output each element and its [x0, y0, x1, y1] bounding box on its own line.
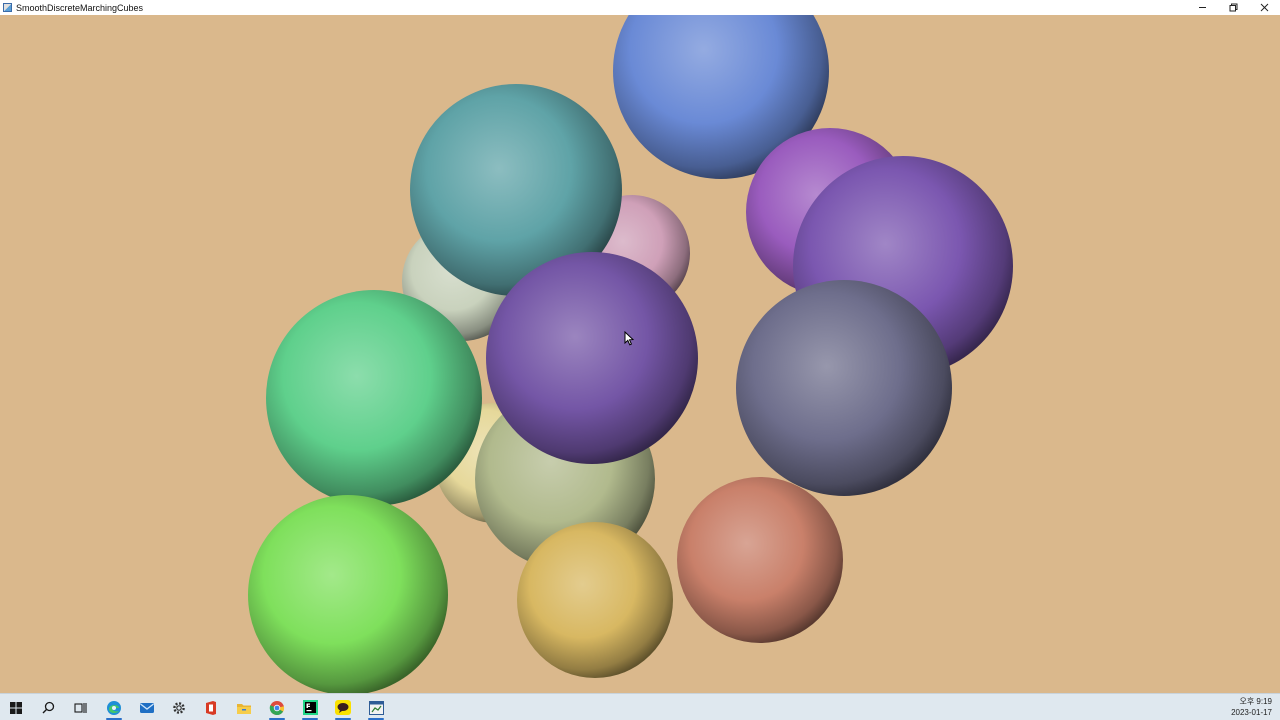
office-icon — [206, 700, 216, 715]
edge-browser-icon — [107, 700, 121, 715]
taskbar-mail[interactable] — [136, 697, 158, 718]
restore-button[interactable] — [1218, 0, 1249, 15]
search-button[interactable] — [37, 697, 59, 718]
taskbar-settings[interactable] — [168, 697, 190, 718]
restore-icon — [1229, 3, 1238, 12]
task-view-button[interactable] — [69, 697, 91, 718]
system-clock[interactable]: 오후 9:19 2023-01-17 — [1231, 696, 1272, 718]
render-viewport[interactable] — [0, 15, 1280, 693]
close-button[interactable] — [1249, 0, 1280, 15]
start-button[interactable] — [5, 697, 27, 718]
file-explorer-icon — [237, 703, 251, 714]
purple-front-sphere — [486, 252, 698, 464]
task-view-icon — [73, 702, 87, 713]
minimize-button[interactable] — [1187, 0, 1218, 15]
salmon-sphere — [677, 477, 843, 643]
mail-icon — [140, 702, 154, 713]
clock-time: 오후 9:19 — [1239, 697, 1272, 706]
taskbar-file-explorer[interactable] — [233, 697, 255, 718]
mouse-cursor-icon — [624, 330, 635, 351]
slate-sphere — [736, 280, 952, 496]
title-bar[interactable]: SmoothDiscreteMarchingCubes — [0, 0, 1280, 15]
clock-date: 2023-01-17 — [1231, 708, 1272, 717]
minimize-icon — [1199, 7, 1206, 8]
sphere-scene — [248, 15, 1013, 693]
kakaotalk-icon — [335, 700, 351, 715]
window-title: SmoothDiscreteMarchingCubes — [16, 2, 144, 13]
taskbar-office[interactable] — [200, 697, 222, 718]
taskbar-pycharm[interactable] — [299, 697, 321, 720]
taskbar-edge[interactable] — [103, 697, 125, 720]
taskbar: 오후 9:19 2023-01-17 — [0, 693, 1280, 720]
search-icon — [42, 701, 54, 714]
app-window-icon — [3, 3, 12, 12]
gold-sphere — [517, 522, 673, 678]
lime-green-sphere — [248, 495, 448, 693]
close-icon — [1260, 3, 1269, 12]
chrome-icon — [269, 700, 285, 715]
taskbar-marching-cubes-app[interactable] — [365, 697, 387, 720]
app-window: SmoothDiscreteMarchingCubes — [0, 0, 1280, 693]
taskbar-chrome[interactable] — [266, 697, 288, 720]
mint-green-sphere — [266, 290, 482, 506]
pycharm-icon — [302, 700, 318, 715]
windows-start-icon — [10, 701, 22, 714]
taskbar-kakaotalk[interactable] — [332, 697, 354, 720]
window-controls — [1187, 0, 1280, 15]
settings-icon — [173, 701, 185, 714]
marching-cubes-app-icon — [368, 700, 384, 715]
